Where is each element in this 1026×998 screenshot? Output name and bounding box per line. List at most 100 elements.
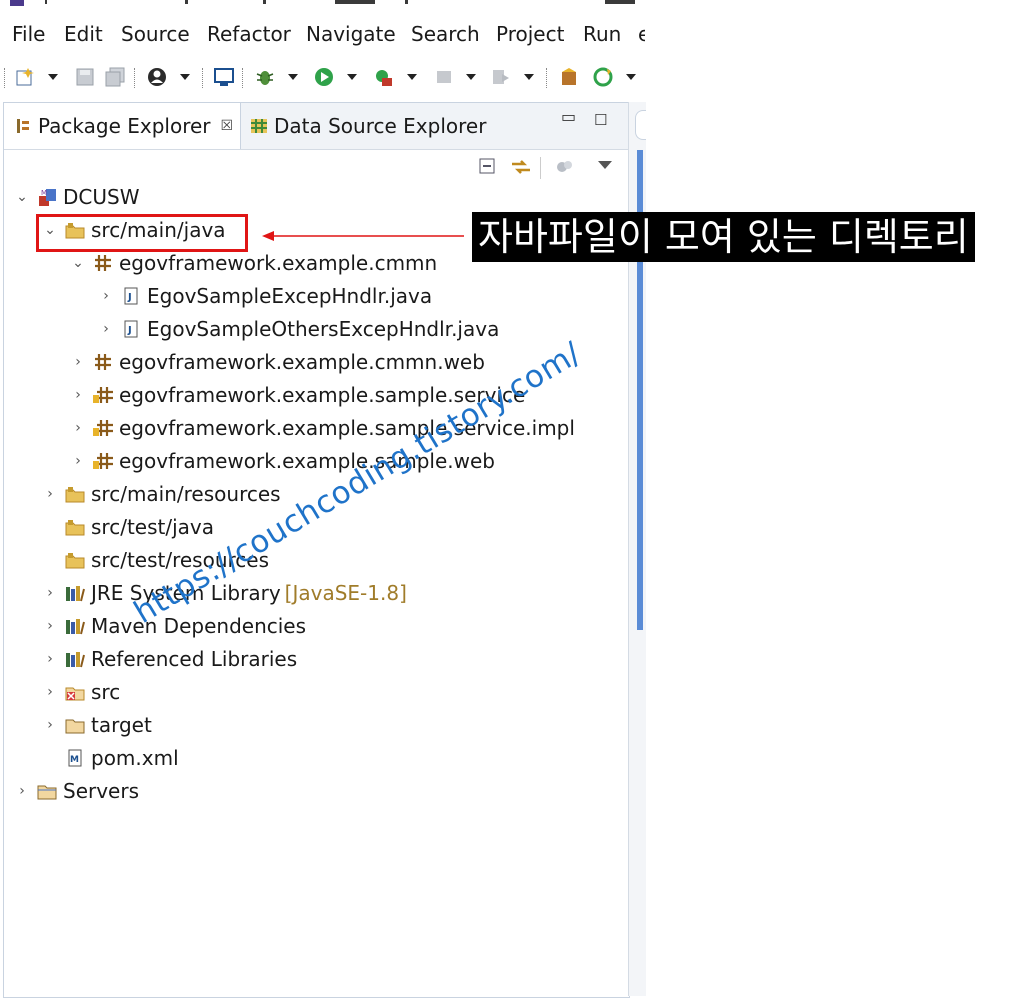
minimize-icon[interactable]: ▭ bbox=[561, 107, 576, 126]
tree-row-package[interactable]: › egovframework.example.cmmn.web bbox=[70, 348, 485, 376]
chevron-right-icon[interactable]: › bbox=[14, 783, 30, 799]
package-icon bbox=[92, 253, 114, 273]
chevron-right-icon[interactable]: › bbox=[70, 354, 86, 370]
stop-icon[interactable] bbox=[433, 66, 455, 88]
save-icon[interactable] bbox=[74, 66, 96, 88]
view-tab-row: Package Explorer ☒ Data Source Explorer … bbox=[4, 103, 629, 150]
tree-row-maven[interactable]: › Maven Dependencies bbox=[42, 612, 306, 640]
menu-refactor[interactable]: Refactor bbox=[207, 22, 291, 46]
tree-row-src-main-resources[interactable]: › src/main/resources bbox=[42, 480, 281, 508]
package-warning-icon bbox=[92, 385, 114, 405]
tree-label: target bbox=[91, 713, 152, 737]
maximize-icon[interactable]: ☐ bbox=[594, 111, 607, 129]
chevron-right-icon[interactable]: › bbox=[98, 288, 114, 304]
menu-navigate[interactable]: Navigate bbox=[306, 22, 396, 46]
package-icon[interactable] bbox=[558, 66, 580, 88]
refresh-icon[interactable] bbox=[592, 66, 614, 88]
chevron-right-icon[interactable]: › bbox=[42, 618, 58, 634]
chevron-down-icon[interactable]: ⌄ bbox=[70, 255, 86, 271]
chevron-right-icon[interactable]: › bbox=[70, 387, 86, 403]
chevron-right-icon[interactable]: › bbox=[98, 321, 114, 337]
tree-label: egovframework.example.sample.service.imp… bbox=[119, 416, 575, 440]
chevron-right-icon[interactable]: › bbox=[70, 453, 86, 469]
package-warning-icon bbox=[92, 418, 114, 438]
chevron-right-icon[interactable]: › bbox=[70, 420, 86, 436]
tree-label-decoration: [JavaSE-1.8] bbox=[284, 581, 407, 605]
tree-row-package[interactable]: ⌄ egovframework.example.cmmn bbox=[70, 249, 437, 277]
tree-label: egovframework.example.cmmn bbox=[119, 251, 438, 275]
filters-icon[interactable] bbox=[554, 157, 576, 177]
account-dropdown[interactable] bbox=[180, 74, 190, 80]
chevron-right-icon[interactable]: › bbox=[42, 585, 58, 601]
tree-row-src-test-java[interactable]: src/test/java bbox=[42, 513, 214, 541]
link-with-editor-icon[interactable] bbox=[510, 157, 532, 177]
tree-label: src bbox=[91, 680, 121, 704]
tree-label: Maven Dependencies bbox=[91, 614, 307, 638]
stop-dropdown[interactable] bbox=[466, 74, 476, 80]
java-file-icon: J bbox=[120, 286, 142, 306]
arrow-icon bbox=[262, 231, 464, 241]
tree-row-java-file[interactable]: › J EgovSampleOthersExcepHndlr.java bbox=[98, 315, 499, 343]
debug-dropdown[interactable] bbox=[288, 74, 298, 80]
new-wizard-icon[interactable] bbox=[14, 66, 36, 88]
tree-label: Referenced Libraries bbox=[91, 647, 298, 671]
chevron-right-icon[interactable]: › bbox=[42, 684, 58, 700]
tree-label: src/main/resources bbox=[91, 482, 281, 506]
tree-row-pom[interactable]: M pom.xml bbox=[42, 744, 179, 772]
skip-dropdown[interactable] bbox=[524, 74, 534, 80]
close-icon[interactable]: ☒ bbox=[221, 118, 234, 134]
menu-run[interactable]: Run bbox=[583, 22, 621, 46]
toolbar-grip[interactable] bbox=[4, 68, 7, 88]
refresh-dropdown[interactable] bbox=[626, 74, 636, 80]
new-dropdown[interactable] bbox=[48, 74, 58, 80]
menu-overflow[interactable]: e bbox=[638, 22, 645, 46]
pom-file-icon: M bbox=[64, 748, 86, 768]
menu-project[interactable]: Project bbox=[496, 22, 564, 46]
svg-text:J: J bbox=[127, 292, 132, 303]
run-dropdown[interactable] bbox=[347, 74, 357, 80]
debug-icon[interactable] bbox=[254, 66, 276, 88]
terminal-icon[interactable] bbox=[213, 66, 235, 88]
java-file-icon: J bbox=[120, 319, 142, 339]
chevron-down-icon[interactable]: ⌄ bbox=[14, 189, 30, 205]
view-menu-icon[interactable] bbox=[598, 161, 612, 169]
tree-label: Servers bbox=[63, 779, 140, 803]
window-title-bar bbox=[0, 0, 645, 14]
svg-text:J: J bbox=[127, 325, 132, 336]
external-tools-icon[interactable] bbox=[372, 66, 394, 88]
window-title-fragment bbox=[45, 0, 645, 5]
tree-row-src[interactable]: › src bbox=[42, 678, 120, 706]
run-icon[interactable] bbox=[313, 66, 335, 88]
tree-row-referenced[interactable]: › Referenced Libraries bbox=[42, 645, 297, 673]
toolbar-separator bbox=[202, 68, 205, 88]
collapse-all-icon[interactable] bbox=[478, 157, 498, 177]
chevron-right-icon[interactable]: › bbox=[42, 651, 58, 667]
menu-search[interactable]: Search bbox=[411, 22, 480, 46]
tab-data-source-explorer[interactable]: Data Source Explorer bbox=[244, 103, 504, 149]
menu-edit[interactable]: Edit bbox=[64, 22, 103, 46]
maven-project-icon: M bbox=[36, 187, 58, 207]
toolbar-separator bbox=[242, 68, 245, 88]
external-tools-dropdown[interactable] bbox=[407, 74, 417, 80]
tree-row-target[interactable]: › target bbox=[42, 711, 152, 739]
tree-label: src/test/java bbox=[91, 515, 214, 539]
tree-label: egovframework.example.cmmn.web bbox=[119, 350, 485, 374]
account-icon[interactable] bbox=[146, 66, 168, 88]
tree-row-project[interactable]: ⌄ M DCUSW bbox=[14, 183, 139, 211]
menu-file[interactable]: File bbox=[12, 22, 45, 46]
tree-row-servers[interactable]: › Servers bbox=[14, 777, 139, 805]
save-all-icon[interactable] bbox=[104, 66, 126, 88]
menu-source[interactable]: Source bbox=[121, 22, 190, 46]
chevron-right-icon[interactable]: › bbox=[42, 717, 58, 733]
chevron-right-icon[interactable]: › bbox=[42, 486, 58, 502]
folder-icon bbox=[64, 715, 86, 735]
data-source-icon bbox=[251, 119, 267, 133]
tab-package-explorer[interactable]: Package Explorer ☒ bbox=[4, 103, 241, 149]
tree-row-java-file[interactable]: › J EgovSampleExcepHndlr.java bbox=[98, 282, 432, 310]
tree-label: pom.xml bbox=[91, 746, 179, 770]
source-folder-icon bbox=[64, 550, 86, 570]
skip-icon[interactable] bbox=[490, 66, 512, 88]
view-toolbar-separator bbox=[540, 157, 541, 179]
toolbar-separator bbox=[546, 68, 549, 88]
toolbar-separator bbox=[134, 68, 137, 88]
